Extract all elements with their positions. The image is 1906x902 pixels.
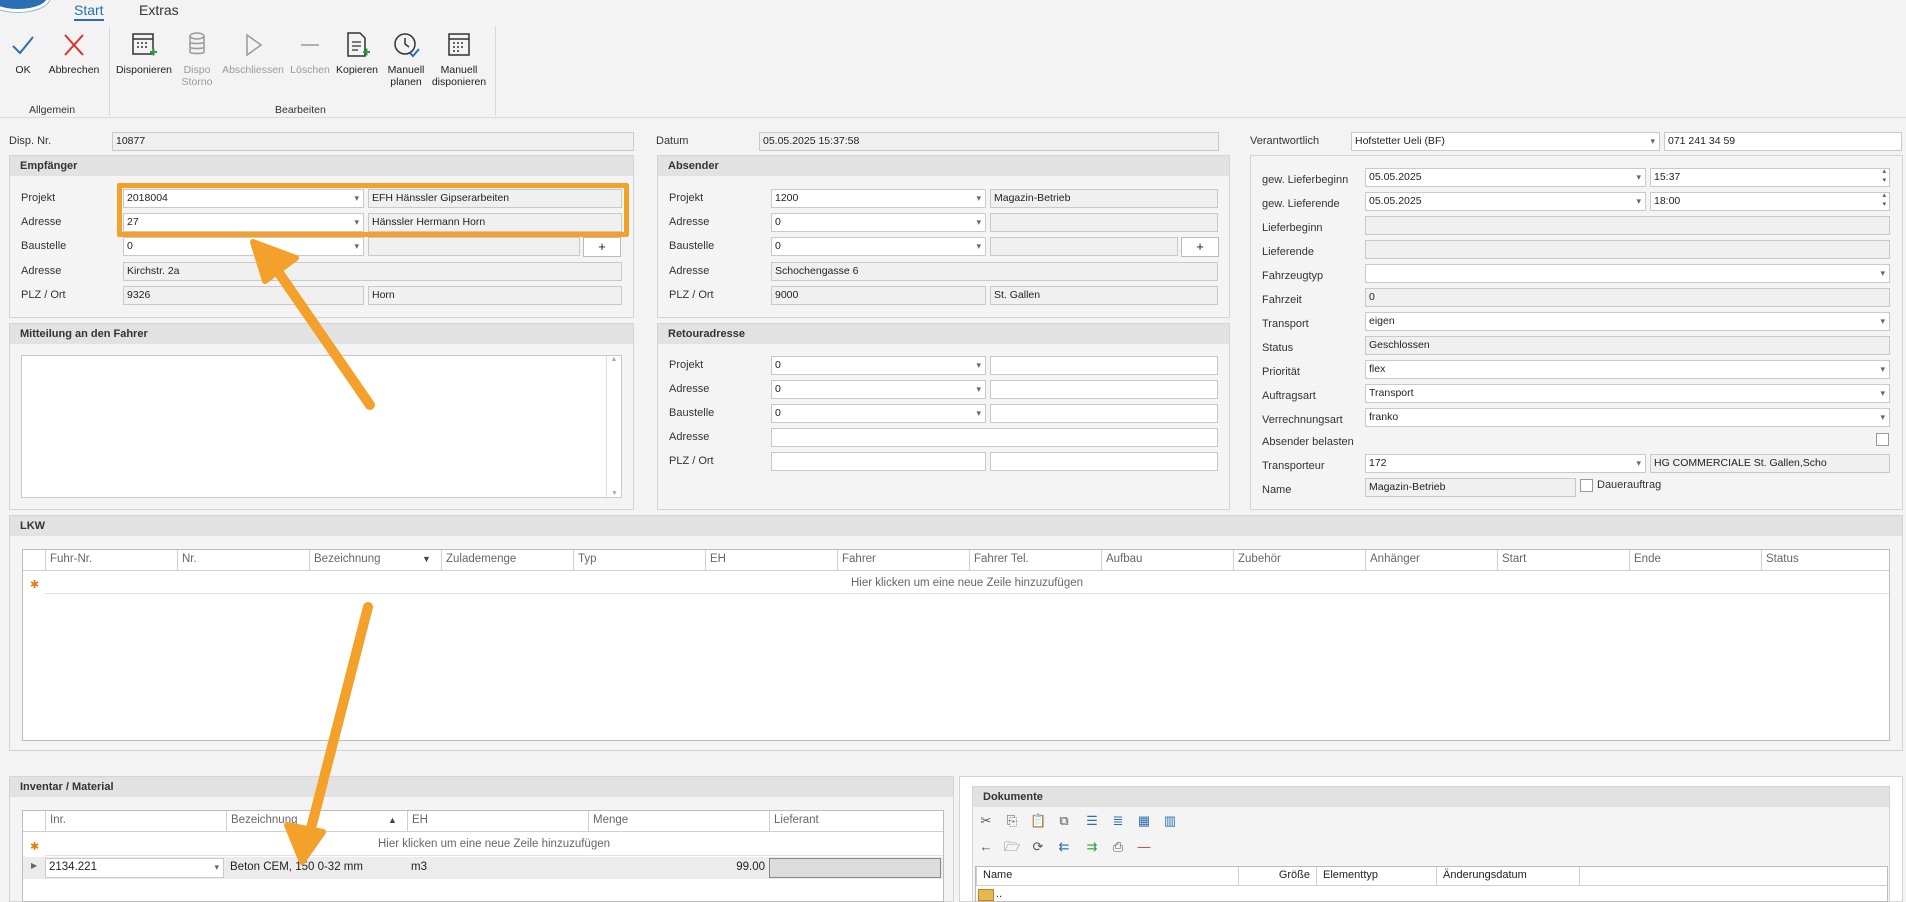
arrow-down-icon: [284, 602, 373, 865]
arrow-up-left-icon: [250, 239, 375, 410]
annotation-arrows: [250, 239, 375, 865]
